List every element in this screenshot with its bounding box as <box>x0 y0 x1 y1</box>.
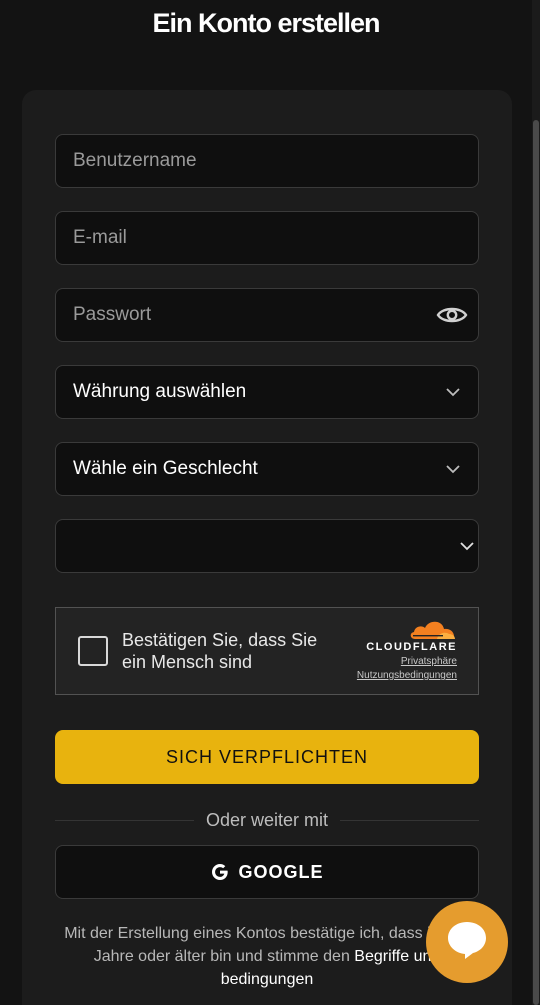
chat-launcher-button[interactable] <box>426 901 508 983</box>
captcha-widget: Bestätigen Sie, dass Sie ein Mensch sind… <box>55 607 479 695</box>
scrollbar[interactable] <box>532 0 540 1005</box>
eye-icon[interactable] <box>436 303 468 327</box>
legal-notice: Mit der Erstellung eines Kontos bestätig… <box>55 922 479 991</box>
username-input[interactable] <box>73 150 461 172</box>
email-field[interactable] <box>55 211 479 265</box>
currency-select[interactable]: Währung auswählen <box>55 365 479 419</box>
google-button[interactable]: GOOGLE <box>55 845 479 899</box>
terms-link[interactable]: Nutzungsbedingungen <box>357 669 457 683</box>
password-field[interactable] <box>55 288 479 342</box>
captcha-checkbox[interactable] <box>78 636 108 666</box>
divider-line <box>340 819 479 821</box>
chevron-down-icon <box>445 461 461 477</box>
chevron-down-icon <box>445 384 461 400</box>
cloudflare-wordmark: CLOUDFLARE <box>366 641 457 653</box>
extra-select[interactable] <box>55 519 479 573</box>
google-button-label: GOOGLE <box>238 861 324 882</box>
chat-icon <box>445 919 489 966</box>
username-field[interactable] <box>55 134 479 188</box>
captcha-label: Bestätigen Sie, dass Sie ein Mensch sind <box>122 630 318 672</box>
page: Ein Konto erstellen Währung auswählen Wä… <box>0 0 540 1005</box>
google-icon <box>210 862 230 882</box>
gender-select-label: Wähle ein Geschlecht <box>73 458 258 479</box>
divider: Oder weiter mit <box>55 808 479 832</box>
password-input[interactable] <box>73 304 436 326</box>
page-title: Ein Konto erstellen <box>152 8 380 38</box>
divider-line <box>55 819 194 821</box>
gender-select[interactable]: Wähle ein Geschlecht <box>55 442 479 496</box>
chevron-down-icon <box>459 538 475 554</box>
divider-text: Oder weiter mit <box>205 809 329 830</box>
submit-button[interactable]: SICH VERPFLICHTEN <box>55 730 479 784</box>
cloudflare-logo: CLOUDFLARE <box>357 618 457 653</box>
cloudflare-branding: CLOUDFLARE Privatsphäre Nutzungsbedingun… <box>357 618 457 683</box>
currency-select-label: Währung auswählen <box>73 381 247 402</box>
scrollbar-thumb[interactable] <box>533 120 539 1005</box>
email-input[interactable] <box>73 227 461 249</box>
privacy-link[interactable]: Privatsphäre <box>357 655 457 669</box>
cloudflare-cloud-icon <box>410 621 455 639</box>
